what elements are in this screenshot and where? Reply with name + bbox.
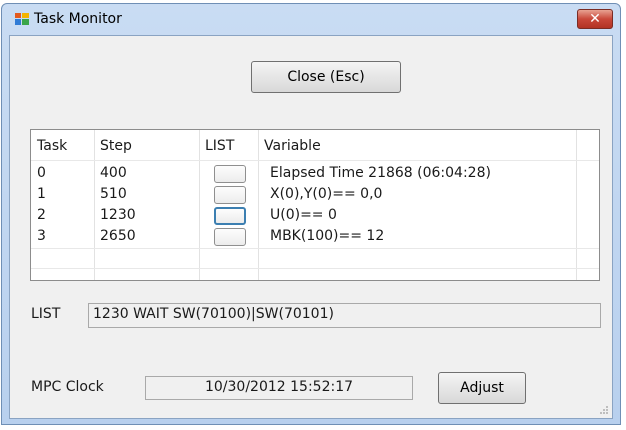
window-close-button[interactable]: ✕ — [577, 9, 613, 29]
task-cell: 1 — [37, 186, 46, 202]
row-separator — [31, 248, 599, 249]
grid-column-divider — [94, 130, 95, 280]
title-bar[interactable]: Task Monitor ✕ — [2, 4, 620, 34]
step-cell: 2650 — [100, 228, 136, 244]
variable-cell: Elapsed Time 21868 (06:04:28) — [270, 165, 491, 181]
column-header-task[interactable]: Task — [37, 138, 67, 154]
column-header-variable[interactable]: Variable — [264, 138, 321, 154]
task-grid[interactable]: Task Step LIST Variable 0 400 Elapsed Ti… — [30, 129, 600, 281]
mpc-clock-label: MPC Clock — [31, 379, 104, 395]
mpc-clock-field: 10/30/2012 15:52:17 — [145, 376, 413, 400]
list-value-field[interactable]: 1230 WAIT SW(70100)|SW(70101) — [88, 303, 601, 328]
variable-cell: X(0),Y(0)== 0,0 — [270, 186, 383, 202]
variable-cell: MBK(100)== 12 — [270, 228, 385, 244]
task-monitor-window: Task Monitor ✕ Close (Esc) Task Step LIS… — [1, 3, 621, 425]
grid-column-divider — [576, 130, 577, 280]
task-cell: 2 — [37, 207, 46, 223]
step-cell: 510 — [100, 186, 127, 202]
close-icon: ✕ — [589, 11, 601, 27]
step-cell: 400 — [100, 165, 127, 181]
list-button[interactable] — [214, 228, 246, 246]
grid-column-divider — [199, 130, 200, 280]
window-title: Task Monitor — [34, 11, 122, 27]
grid-column-divider — [258, 130, 259, 280]
row-separator — [31, 268, 599, 269]
variable-cell: U(0)== 0 — [270, 207, 337, 223]
list-label: LIST — [31, 306, 61, 322]
column-header-step[interactable]: Step — [100, 138, 132, 154]
list-button[interactable] — [214, 186, 246, 204]
client-area: Close (Esc) Task Step LIST Variable 0 40… — [9, 35, 613, 419]
task-monitor-app-icon — [15, 13, 29, 25]
list-button-focused[interactable] — [214, 207, 246, 225]
adjust-button[interactable]: Adjust — [438, 372, 526, 404]
column-header-list[interactable]: LIST — [205, 138, 234, 154]
task-cell: 3 — [37, 228, 46, 244]
header-separator — [31, 160, 599, 161]
close-esc-button[interactable]: Close (Esc) — [251, 61, 401, 93]
step-cell: 1230 — [100, 207, 136, 223]
resize-grip-icon[interactable] — [599, 405, 609, 415]
task-cell: 0 — [37, 165, 46, 181]
list-button[interactable] — [214, 165, 246, 183]
